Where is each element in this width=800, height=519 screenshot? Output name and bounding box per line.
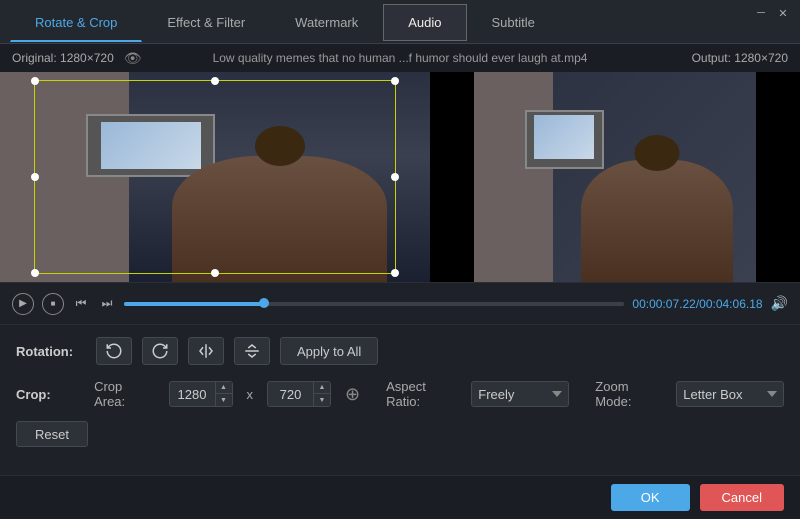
stop-button[interactable]: ■ <box>42 293 64 315</box>
rotate-left-icon <box>105 342 123 360</box>
crop-row: Crop: Crop Area: ▲ ▼ x ▲ ▼ ⊕ Aspect Rati… <box>16 379 784 409</box>
rotate-left-button[interactable] <box>96 337 132 365</box>
video-preview-left <box>0 72 430 282</box>
width-down-button[interactable]: ▼ <box>216 394 232 406</box>
rotation-label: Rotation: <box>16 344 86 359</box>
scene-person <box>172 156 387 282</box>
letterbox-right <box>756 72 800 282</box>
rotate-right-icon <box>151 342 169 360</box>
output-resolution: Output: 1280×720 <box>692 51 788 65</box>
apply-to-all-button[interactable]: Apply to All <box>280 337 378 365</box>
playback-bar: ▶ ■ ⏮ ⏭ 00:00:07.22/00:04:06.18 🔊 <box>0 282 800 324</box>
letterbox-left <box>430 72 474 282</box>
height-spinners: ▲ ▼ <box>313 382 330 406</box>
aspect-ratio-select[interactable]: Freely 16:9 4:3 1:1 <box>471 381 569 407</box>
aspect-ratio-label: Aspect Ratio: <box>386 379 461 409</box>
crop-area-label: Crop Area: <box>94 379 154 409</box>
crop-width-input-group: ▲ ▼ <box>169 381 233 407</box>
right-tv-screen <box>534 115 594 159</box>
progress-thumb[interactable] <box>259 298 269 308</box>
ok-button[interactable]: OK <box>611 484 690 511</box>
width-up-button[interactable]: ▲ <box>216 382 232 394</box>
flip-horizontal-button[interactable] <box>188 337 224 365</box>
crop-height-input[interactable] <box>268 387 313 402</box>
crop-width-input[interactable] <box>170 387 215 402</box>
flip-h-icon <box>197 342 215 360</box>
title-bar: ─ ✕ <box>744 0 800 26</box>
tab-bar: Rotate & Crop Effect & Filter Watermark … <box>0 0 800 44</box>
video-frame-left <box>0 72 430 282</box>
height-down-button[interactable]: ▼ <box>314 394 330 406</box>
close-button[interactable]: ✕ <box>776 6 790 20</box>
cancel-button[interactable]: Cancel <box>700 484 784 511</box>
scene-person-head <box>255 126 305 166</box>
volume-icon[interactable]: 🔊 <box>771 295 788 312</box>
right-frame <box>430 72 800 282</box>
scene-wall <box>0 72 129 282</box>
right-tv <box>525 110 604 169</box>
progress-bar[interactable] <box>124 302 624 306</box>
right-person-head <box>635 135 680 171</box>
tab-watermark[interactable]: Watermark <box>270 4 383 41</box>
video-preview-right <box>430 72 800 282</box>
right-wall <box>474 72 553 282</box>
rotate-right-button[interactable] <box>142 337 178 365</box>
flip-vertical-button[interactable] <box>234 337 270 365</box>
crop-label: Crop: <box>16 387 84 402</box>
x-separator: x <box>243 387 258 402</box>
flip-v-icon <box>243 342 261 360</box>
skip-back-button[interactable]: ⏮ <box>72 295 90 313</box>
height-up-button[interactable]: ▲ <box>314 382 330 394</box>
skip-forward-button[interactable]: ⏭ <box>98 295 116 313</box>
tab-rotate-crop[interactable]: Rotate & Crop <box>10 4 142 42</box>
crop-center-icon[interactable]: ⊕ <box>345 384 360 405</box>
original-resolution: Original: 1280×720 👁 <box>12 50 142 67</box>
zoom-mode-label: Zoom Mode: <box>595 379 666 409</box>
controls-section: Rotation: <box>0 324 800 459</box>
reset-button[interactable]: Reset <box>16 421 88 447</box>
scene-tv-screen <box>101 122 201 169</box>
time-display: 00:00:07.22/00:04:06.18 <box>632 297 762 311</box>
play-button[interactable]: ▶ <box>12 293 34 315</box>
width-spinners: ▲ ▼ <box>215 382 232 406</box>
crop-height-input-group: ▲ ▼ <box>267 381 331 407</box>
rotation-row: Rotation: <box>16 337 784 365</box>
tab-audio[interactable]: Audio <box>383 4 466 41</box>
scene-tv <box>86 114 215 177</box>
zoom-mode-select[interactable]: Letter Box Pan & Scan Full <box>676 381 784 407</box>
right-person <box>581 160 733 282</box>
minimize-button[interactable]: ─ <box>754 6 768 20</box>
tab-subtitle[interactable]: Subtitle <box>467 4 560 41</box>
filename-label: Low quality memes that no human ...f hum… <box>213 51 588 65</box>
right-scene <box>474 72 755 282</box>
progress-fill <box>124 302 264 306</box>
bottom-bar: OK Cancel <box>0 475 800 519</box>
eye-icon[interactable]: 👁 <box>124 50 142 67</box>
info-bar: Original: 1280×720 👁 Low quality memes t… <box>0 44 800 72</box>
video-area <box>0 72 800 282</box>
tab-effect-filter[interactable]: Effect & Filter <box>142 4 270 41</box>
